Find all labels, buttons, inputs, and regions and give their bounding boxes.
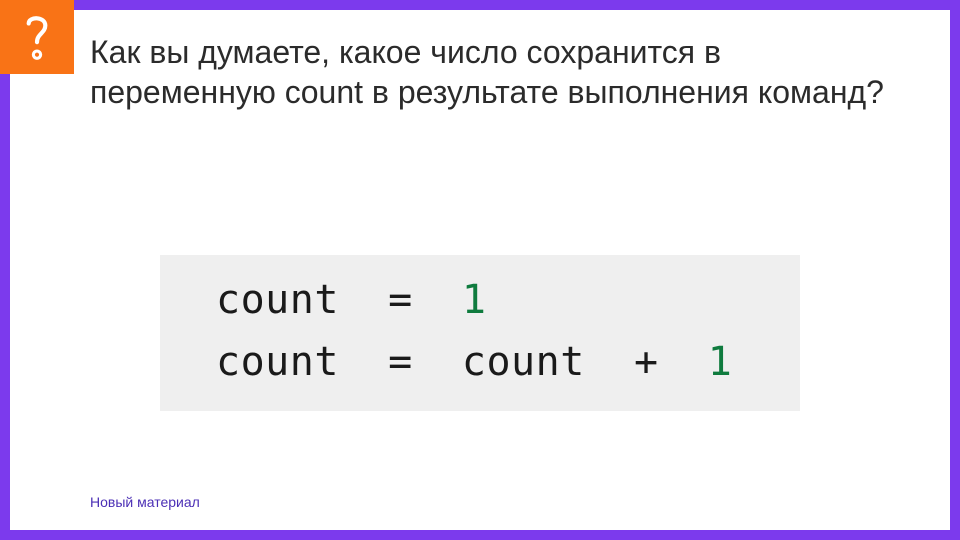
code-token-eq: = xyxy=(388,277,413,323)
question-badge xyxy=(0,0,74,74)
code-token-eq: = xyxy=(388,339,413,385)
code-line-2: count = count + 1 xyxy=(216,331,780,393)
code-token-var: count xyxy=(216,277,339,323)
code-token-number: 1 xyxy=(462,277,487,323)
code-block: count = 1 count = count + 1 xyxy=(160,255,800,411)
code-line-1: count = 1 xyxy=(216,269,780,331)
question-mark-icon xyxy=(16,11,58,63)
code-token-plus: + xyxy=(634,339,659,385)
slide-footer: Новый материал xyxy=(90,494,200,510)
code-token-var: count xyxy=(462,339,585,385)
slide: Как вы думаете, какое число сохранится в… xyxy=(0,0,960,540)
slide-heading: Как вы думаете, какое число сохранится в… xyxy=(90,32,910,112)
code-token-number: 1 xyxy=(708,339,733,385)
code-token-var: count xyxy=(216,339,339,385)
